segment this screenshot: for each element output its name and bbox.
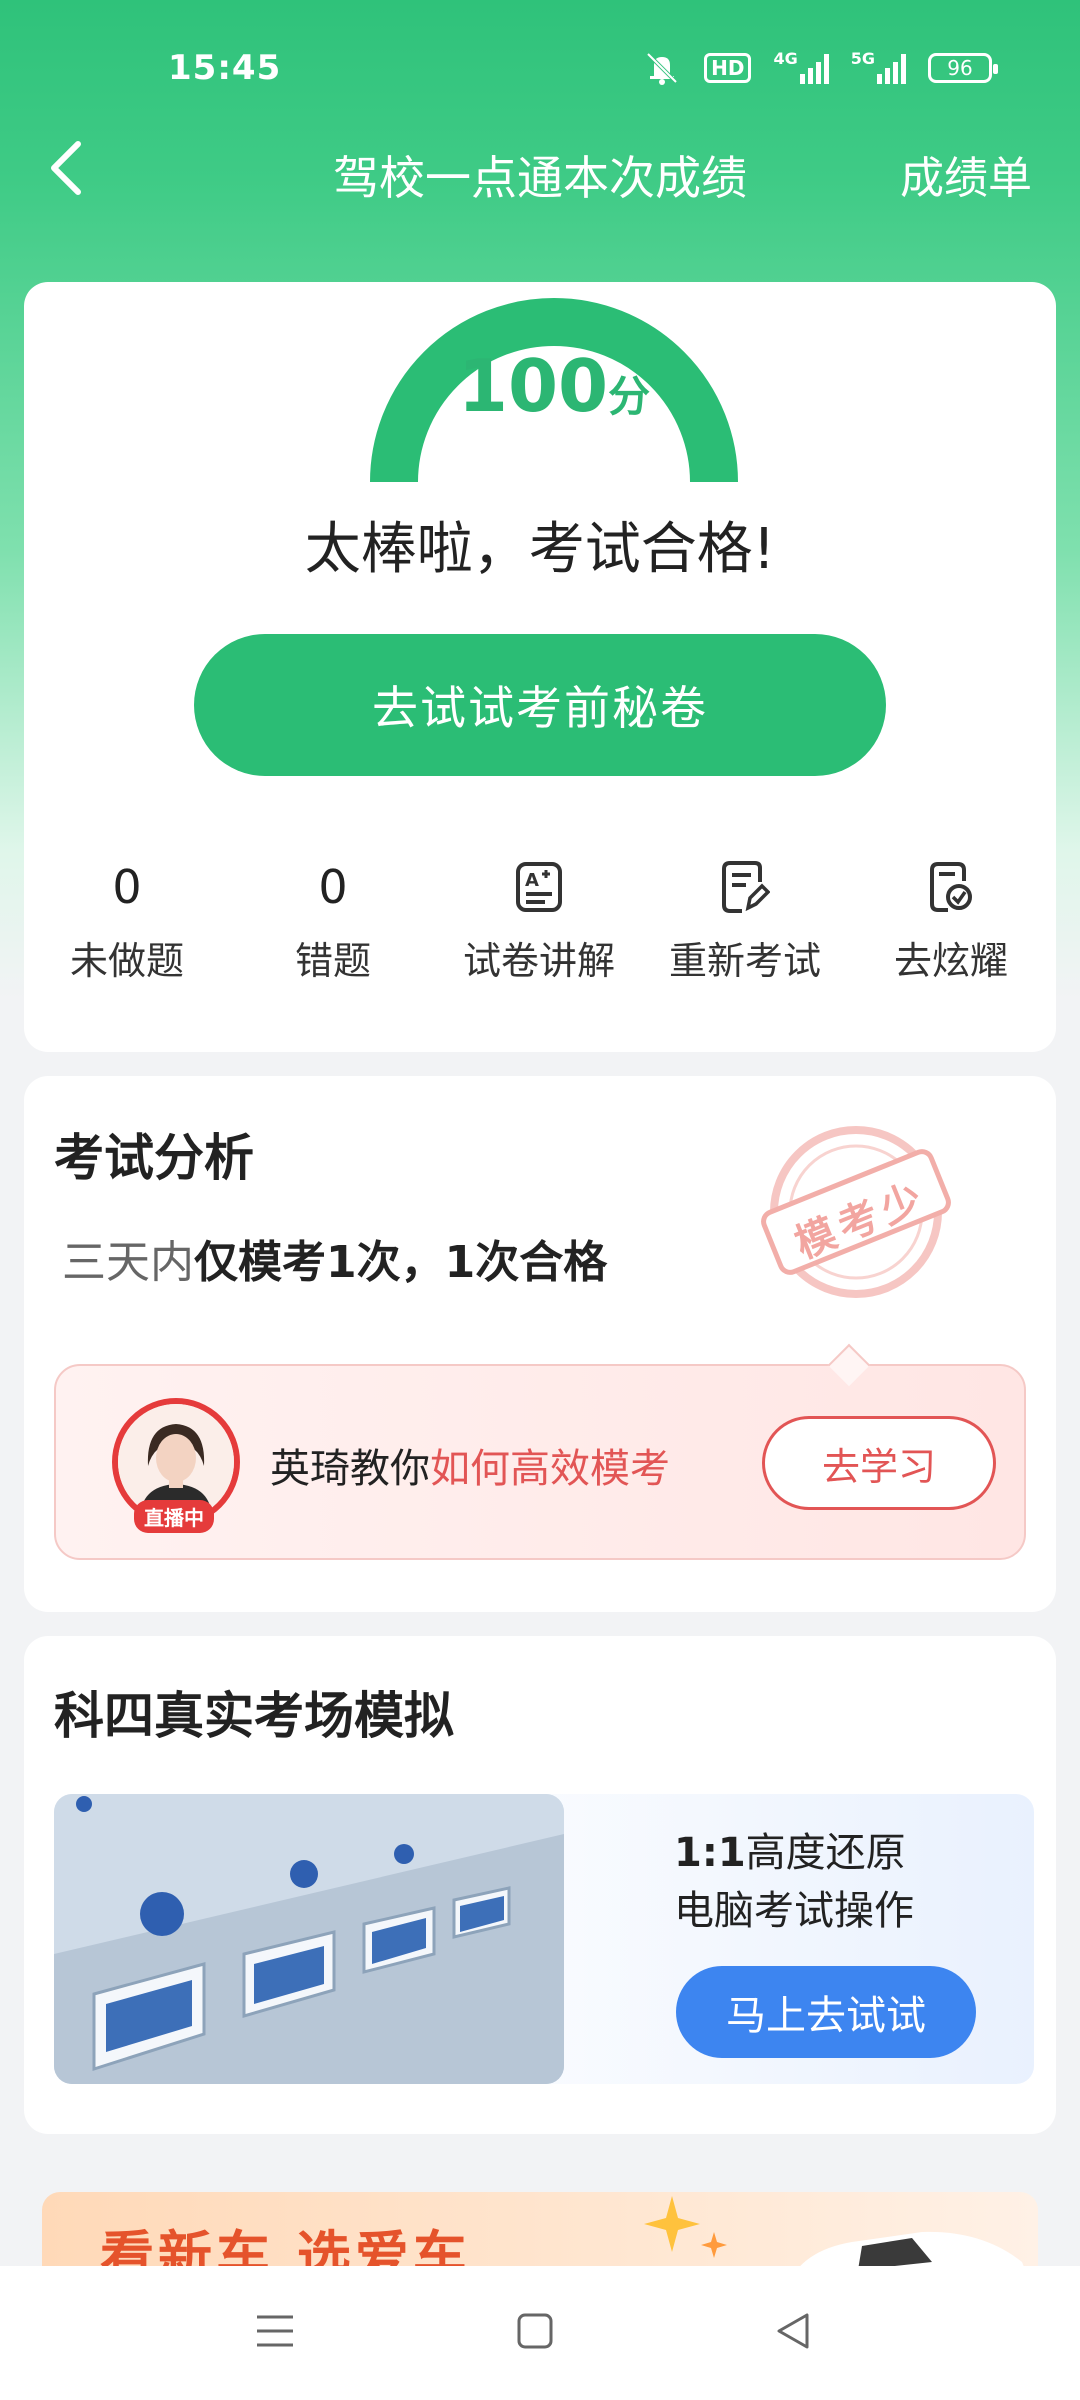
retake-exam-icon — [642, 852, 848, 922]
stat-wrong[interactable]: 0 错题 — [230, 852, 436, 992]
sparkle-icon — [644, 2196, 727, 2258]
status-bar: 15:45 HD 4G 5G 96 — [0, 0, 1080, 130]
exam-room-image — [54, 1794, 564, 2084]
analysis-summary: 三天内仅模考1次，1次合格 — [62, 1226, 607, 1290]
back-triangle-icon — [777, 2313, 809, 2349]
simulation-banner[interactable]: 1:1高度还原 电脑考试操作 马上去试试 — [54, 1794, 1034, 2084]
simulation-card: 科四真实考场模拟 1:1高度还原 电脑考试操作 马上去试试 — [24, 1636, 1056, 2134]
show-off-label: 去炫耀 — [893, 939, 1008, 983]
nav-bar: 驾校一点通本次成绩 成绩单 — [0, 120, 1080, 220]
promo-text: 英琦教你如何高效模考 — [270, 1436, 670, 1494]
live-badge: 直播中 — [134, 1500, 214, 1533]
promo-text-main: 英琦教你 — [270, 1446, 430, 1492]
show-off-button[interactable]: 去炫耀 — [848, 852, 1054, 992]
promo-text-accent: 如何高效模考 — [430, 1446, 670, 1492]
signal-4g-icon: 4G — [773, 48, 829, 86]
home-square-icon — [517, 2313, 553, 2349]
back-nav-button[interactable] — [758, 2296, 828, 2366]
home-nav-button[interactable] — [500, 2296, 570, 2366]
stat-unanswered-value: 0 — [112, 860, 142, 914]
signal-5g-icon: 5G — [850, 48, 906, 86]
simulation-line2: 电脑考试操作 — [674, 1888, 914, 1934]
stamp-badge: 模考少 — [744, 1116, 964, 1316]
analysis-title: 考试分析 — [54, 1129, 254, 1187]
stat-wrong-value: 0 — [318, 860, 348, 914]
score-number: 100 — [457, 344, 609, 428]
battery-icon: 96 — [928, 53, 998, 83]
hd-voice-icon: HD — [704, 53, 752, 83]
retake-exam-button[interactable]: 重新考试 — [642, 852, 848, 992]
exam-explain-button[interactable]: A 试卷讲解 — [436, 852, 642, 992]
try-secret-paper-button[interactable]: 去试试考前秘卷 — [194, 634, 886, 776]
signal-4g-label: 4G — [773, 48, 798, 68]
go-learn-button[interactable]: 去学习 — [762, 1416, 996, 1510]
live-lesson-promo[interactable]: 直播中 英琦教你如何高效模考 去学习 — [54, 1364, 1026, 1560]
stat-wrong-label: 错题 — [294, 939, 371, 983]
simulation-line1-rest: 高度还原 — [745, 1830, 906, 1876]
system-nav-bar — [0, 2266, 1080, 2400]
status-icons: HD 4G 5G 96 — [642, 48, 998, 86]
simulation-line1-bold: 1:1 — [674, 1830, 746, 1876]
svg-text:A: A — [525, 870, 539, 891]
exam-explain-icon: A — [436, 852, 642, 922]
analysis-card: 考试分析 三天内仅模考1次，1次合格 模考少 直播中 英琦教你如何高效模考 去学… — [24, 1076, 1056, 1612]
stat-unanswered-label: 未做题 — [69, 939, 184, 983]
mute-bell-icon — [642, 50, 682, 86]
result-message: 太棒啦，考试合格! — [304, 517, 776, 582]
signal-5g-label: 5G — [850, 48, 875, 68]
analysis-summary-prefix: 三天内 — [62, 1237, 194, 1288]
status-time: 15:45 — [168, 48, 282, 88]
score-value: 100分 — [354, 344, 754, 428]
menu-nav-button[interactable] — [240, 2296, 310, 2366]
report-card-link[interactable]: 成绩单 — [900, 142, 1032, 206]
stat-unanswered[interactable]: 0 未做题 — [24, 852, 230, 992]
show-off-icon — [848, 852, 1054, 922]
simulation-line1: 1:1高度还原 — [674, 1824, 914, 1882]
simulation-description: 1:1高度还原 电脑考试操作 — [674, 1824, 914, 1940]
retake-exam-label: 重新考试 — [668, 939, 821, 983]
score-card: 100分 太棒啦，考试合格! 去试试考前秘卷 0 未做题 0 错题 A 试卷讲解… — [24, 282, 1056, 1052]
score-unit: 分 — [608, 372, 651, 421]
exam-explain-label: 试卷讲解 — [462, 939, 615, 983]
simulation-title: 科四真实考场模拟 — [54, 1687, 454, 1745]
menu-icon — [257, 2315, 293, 2347]
score-gauge: 100分 — [354, 246, 754, 486]
try-now-button[interactable]: 马上去试试 — [676, 1966, 976, 2058]
analysis-summary-main: 仅模考1次，1次合格 — [194, 1237, 608, 1288]
stats-row: 0 未做题 0 错题 A 试卷讲解 重新考试 去炫耀 — [24, 852, 1056, 992]
